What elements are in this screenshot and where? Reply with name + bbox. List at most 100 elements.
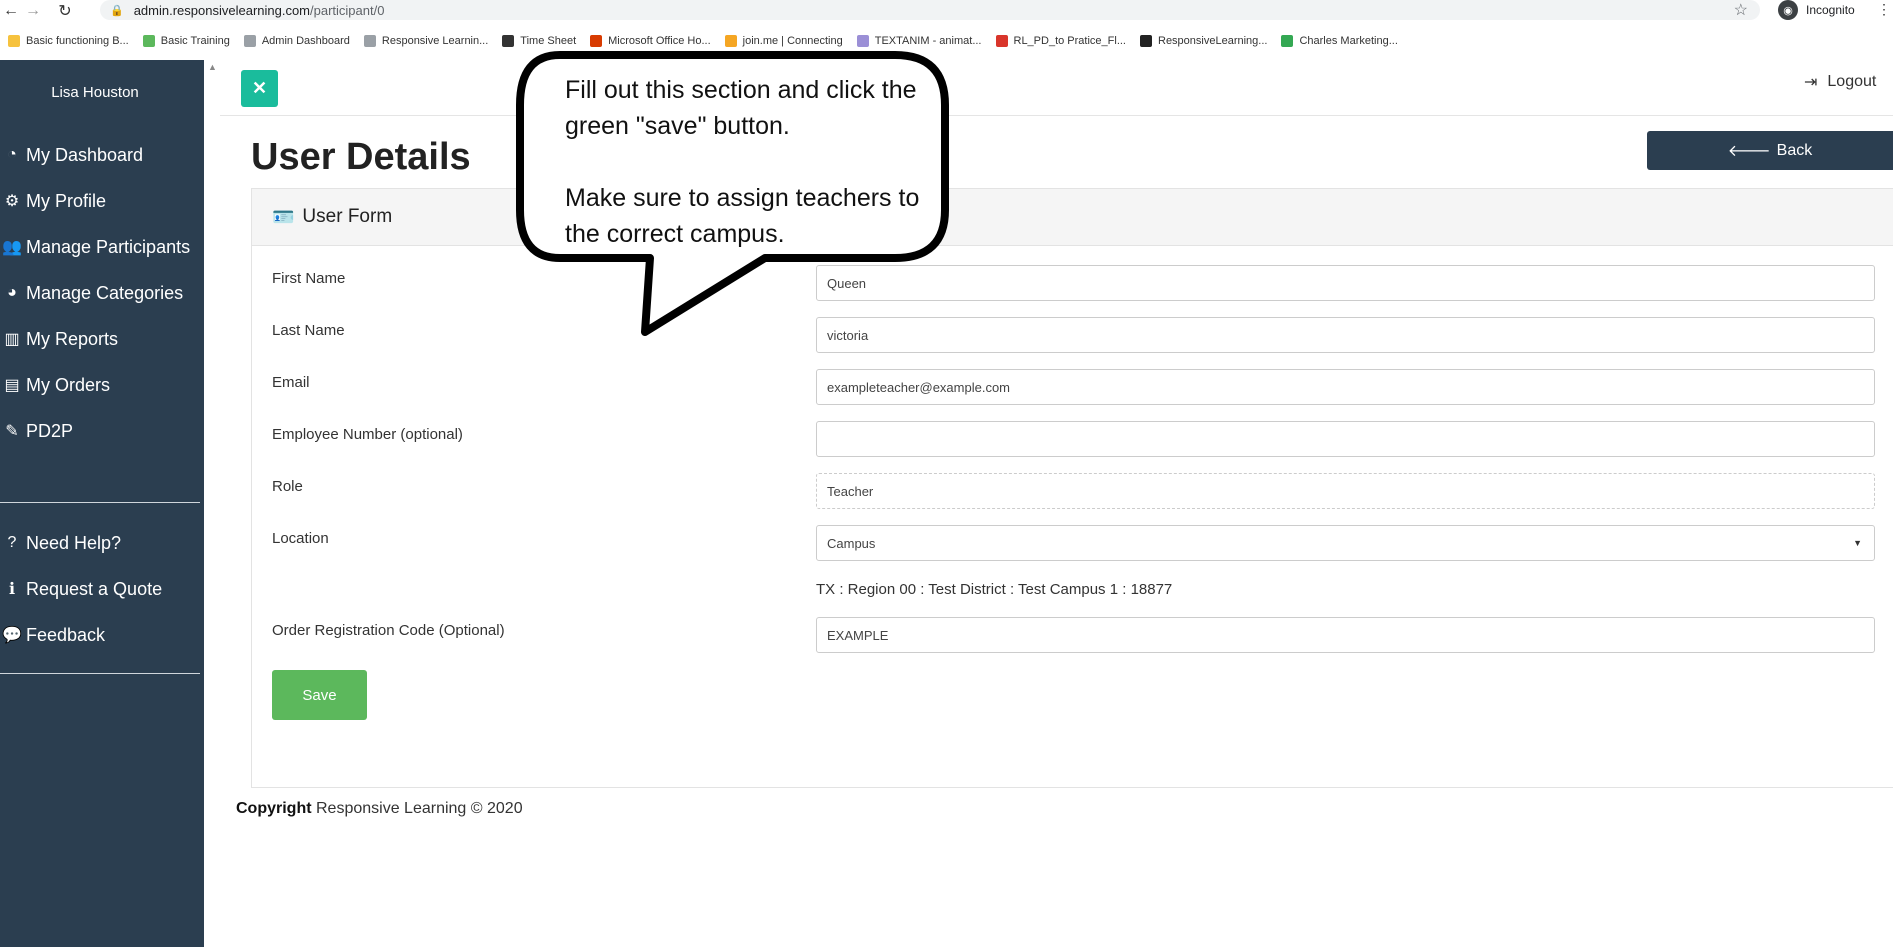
sidebar-item-label: My Orders [26,374,111,395]
role-label: Role [272,478,303,495]
bookmark-item[interactable]: Admin Dashboard [243,35,350,47]
sidebar-user-name: Lisa Houston [51,84,139,101]
bookmark-item[interactable]: Basic functioning B... [8,35,129,47]
bookmark-label: Charles Marketing... [1299,35,1398,47]
email-input[interactable]: exampleteacher@example.com [816,369,1875,405]
bookmark-item[interactable]: Charles Marketing... [1281,35,1398,47]
first-name-input[interactable]: Queen [816,265,1875,301]
sidebar-divider [0,502,200,503]
sidebar-item-pd2p[interactable]: ✎ PD2P [0,408,204,454]
role-field[interactable]: Teacher [816,473,1875,509]
bookmark-label: RL_PD_to Pratice_Fl... [1013,35,1127,47]
angular-icon [1140,35,1152,47]
reload-icon[interactable]: ↻ [54,0,76,22]
page-icon [243,35,256,47]
file-icon: ▤ [4,377,20,394]
sidebar-item-need-help[interactable]: ? Need Help? [0,520,204,566]
sidebar-item-label: My Dashboard [26,144,144,165]
bookmark-item[interactable]: RL_PD_to Pratice_Fl... [995,35,1127,47]
location-path: TX : Region 00 : Test District : Test Ca… [816,581,1173,598]
sidebar-item-label: Manage Categories [26,282,184,303]
save-button[interactable]: Save [272,670,367,720]
bookmark-item[interactable]: Microsoft Office Ho... [590,35,711,47]
bookmark-label: Microsoft Office Ho... [608,35,711,47]
bookmark-item[interactable]: ResponsiveLearning... [1140,35,1267,47]
pie-chart-icon: ◕ [7,284,17,301]
back-arrow-icon[interactable]: ← [0,0,22,22]
users-icon: 👥 [2,239,22,256]
callout-line-1: Fill out this section and click the gree… [565,76,917,140]
address-bar[interactable]: 🔒 admin.responsivelearning.com /particip… [100,0,1760,20]
question-circle-icon: ? [7,534,17,551]
incognito-label: Incognito [1806,3,1855,17]
info-circle-icon: ℹ [8,581,16,598]
bookmark-label: TEXTANIM - animat... [874,35,982,47]
bookmark-item[interactable]: Time Sheet [502,35,576,47]
sidebar-item-label: Feedback [26,624,106,645]
incognito-indicator[interactable]: ◉ Incognito [1778,0,1855,20]
sidebar-item-request-a-quote[interactable]: ℹ Request a Quote [0,566,204,612]
pdf-icon [995,35,1008,47]
leaf-icon [142,35,155,47]
scroll-up-icon[interactable]: ▲ [208,62,217,72]
bookmark-item[interactable]: Responsive Learnin... [363,35,488,47]
sidebar-item-feedback[interactable]: 💬 Feedback [0,612,204,658]
bookmark-label: Time Sheet [520,35,577,47]
sidebar-divider [0,673,200,674]
email-label: Email [272,374,310,391]
textanim-icon [856,35,869,47]
caret-down-icon: ▼ [1853,538,1862,548]
callout-line-2: Make sure to assign teachers to the corr… [565,184,920,248]
logout-button[interactable]: ⇥ Logout [1804,72,1876,92]
copyright-text: Responsive Learning © 2020 [316,800,523,817]
bar-chart-icon: ▥ [4,331,20,348]
forward-arrow-icon[interactable]: → [22,0,44,22]
bookmark-item[interactable]: join.me | Connecting [724,35,843,47]
browser-menu-icon[interactable]: ⋮ [1877,1,1891,18]
globe-icon [502,35,515,47]
drive-icon [1281,35,1294,47]
joinme-icon [724,35,737,47]
sidebar-nav: ◔ My Dashboard ⚙ My Profile 👥 Manage Particip… [0,132,204,454]
copyright-bold: Copyright [236,800,312,817]
id-card-icon: 🪪 [272,206,295,227]
order-code-label: Order Registration Code (Optional) [272,622,505,639]
last-name-input[interactable]: victoria [816,317,1875,353]
gears-icon: ⚙ [4,193,20,210]
dashboard-icon: ◔ [7,146,17,163]
sidebar-item-manage-categories[interactable]: ◕ Manage Categories [0,270,204,316]
sidebar: Lisa Houston ◔ My Dashboard ⚙ My Profile 👥 Ma… [0,60,204,947]
close-sidebar-button[interactable]: ✕ [241,70,278,107]
office-icon [590,35,603,47]
panel-title: User Form [302,206,393,227]
sidebar-item-label: My Reports [26,328,119,349]
sidebar-item-my-dashboard[interactable]: ◔ My Dashboard [0,132,204,178]
location-label: Location [272,530,329,547]
page-title: User Details [251,136,471,178]
panel-heading: 🪪 User Form [252,189,1893,246]
bookmark-item[interactable]: Basic Training [142,35,230,47]
back-label: Back [1776,141,1813,159]
sidebar-item-manage-participants[interactable]: 👥 Manage Participants [0,224,204,270]
bookmark-star-icon[interactable]: ☆ [1734,0,1748,20]
bookmark-label: join.me | Connecting [742,35,843,47]
sidebar-item-my-reports[interactable]: ▥ My Reports [0,316,204,362]
url-host: admin.responsivelearning.com [133,2,311,18]
sidebar-item-label: Need Help? [26,532,122,553]
employee-number-input[interactable] [816,421,1875,457]
arrow-left-icon: 🡐 [1727,143,1771,160]
sidebar-item-label: Request a Quote [26,578,163,599]
sidebar-item-my-profile[interactable]: ⚙ My Profile [0,178,204,224]
footer-copyright: Copyright Responsive Learning © 2020 [236,800,523,818]
order-code-input[interactable]: EXAMPLE [816,617,1875,653]
page-icon [363,35,376,47]
lock-icon: 🔒 [110,4,124,17]
location-select[interactable]: Campus ▼ [816,525,1875,561]
bookmark-label: ResponsiveLearning... [1158,35,1268,47]
back-button[interactable]: 🡐 Back [1647,131,1893,170]
bookmark-item[interactable]: TEXTANIM - animat... [856,35,982,47]
sidebar-item-my-orders[interactable]: ▤ My Orders [0,362,204,408]
browser-toolbar: ← → ↻ 🔒 admin.responsivelearning.com /pa… [0,0,1893,22]
pencil-icon: ✎ [5,423,19,440]
sign-out-icon: ⇥ [1804,74,1818,91]
